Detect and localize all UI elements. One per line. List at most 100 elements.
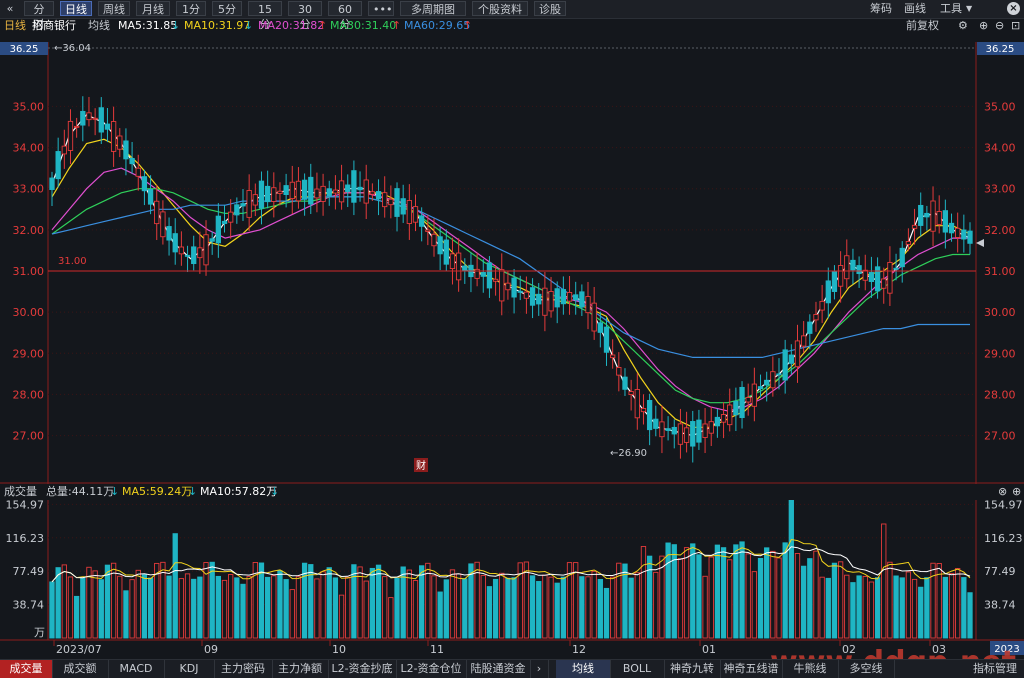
candle-body bbox=[961, 229, 967, 240]
time-tick-label: 11 bbox=[430, 643, 444, 656]
volume-bar bbox=[308, 564, 314, 639]
volume-total-arrow-icon: ↓ bbox=[110, 485, 120, 498]
tab-macd[interactable]: MACD bbox=[108, 660, 165, 678]
candle-body bbox=[351, 170, 357, 203]
candle-body bbox=[918, 204, 924, 226]
candle-body bbox=[591, 302, 597, 332]
candle-body bbox=[425, 229, 431, 232]
candle-body bbox=[850, 259, 856, 271]
candle-body bbox=[523, 291, 530, 299]
candle-body bbox=[548, 291, 554, 312]
candle-body bbox=[554, 288, 560, 308]
candle-body bbox=[160, 211, 166, 238]
candle-body bbox=[67, 120, 74, 151]
candle-body bbox=[536, 293, 542, 305]
tab-l2-bottom-fishing[interactable]: L2-资金抄底 bbox=[328, 660, 397, 678]
volume-title: 成交量 bbox=[4, 485, 37, 498]
volume-bar bbox=[788, 497, 794, 639]
tab-kdj[interactable]: KDJ bbox=[164, 660, 215, 678]
volume-bar bbox=[665, 542, 671, 639]
candle-body bbox=[419, 215, 425, 227]
volume-bar bbox=[499, 572, 505, 639]
volume-bar bbox=[671, 544, 677, 639]
tab-volume[interactable]: 成交量 bbox=[0, 660, 53, 678]
candle-body bbox=[499, 269, 505, 302]
volume-bar bbox=[357, 566, 363, 639]
volume-bar bbox=[782, 542, 788, 639]
volume-bar bbox=[129, 579, 135, 639]
volume-total: 总量:44.11万 bbox=[46, 485, 115, 498]
volume-bar bbox=[277, 570, 283, 639]
volume-bar bbox=[529, 575, 536, 639]
time-tick-label: 2023/07 bbox=[56, 643, 102, 656]
volume-bar bbox=[314, 578, 320, 639]
price-chart[interactable]: 31.00 ←36.04 ←26.90 36.25 36.25 35.00 35.… bbox=[0, 0, 1024, 677]
tab-main-force-code[interactable]: 主力密码 bbox=[214, 660, 273, 678]
candle-body bbox=[197, 247, 203, 259]
candle-body bbox=[61, 145, 67, 155]
axis-top-label-left: 36.25 bbox=[10, 44, 39, 55]
candle-body bbox=[696, 419, 702, 443]
tabs-scroll-right-icon[interactable]: › bbox=[530, 660, 549, 678]
tab-northbound[interactable]: 陆股通资金 bbox=[466, 660, 531, 678]
tab-boll[interactable]: BOLL bbox=[610, 660, 665, 678]
candle-body bbox=[252, 194, 258, 206]
volume-bar bbox=[505, 577, 511, 639]
volume-bar bbox=[166, 575, 172, 639]
volume-bar bbox=[720, 547, 727, 639]
tab-turnover[interactable]: 成交额 bbox=[52, 660, 109, 678]
candle-body bbox=[893, 267, 899, 270]
volume-bar bbox=[628, 577, 634, 639]
candle-body bbox=[831, 271, 838, 292]
volume-bar bbox=[874, 577, 881, 639]
price-tick-left: 33.00 bbox=[13, 183, 45, 196]
volume-bar bbox=[844, 574, 850, 639]
candle-body bbox=[955, 227, 961, 238]
volume-bar bbox=[431, 575, 437, 639]
candle-body bbox=[733, 400, 739, 416]
candle-body bbox=[720, 414, 727, 423]
volume-close-icon[interactable]: ⊗ bbox=[998, 484, 1007, 500]
candle-body bbox=[209, 238, 215, 242]
tab-l2-position[interactable]: L2-资金仓位 bbox=[396, 660, 467, 678]
candle-body bbox=[801, 335, 807, 347]
candle-body bbox=[271, 187, 277, 202]
volume-bar bbox=[295, 576, 302, 639]
volume-bar bbox=[67, 576, 74, 639]
volume-bar bbox=[55, 567, 61, 639]
tab-ma[interactable]: 均线 bbox=[556, 660, 611, 678]
candle-body bbox=[326, 188, 332, 197]
volume-bar bbox=[776, 557, 782, 639]
volume-bar bbox=[338, 594, 345, 639]
price-tick-left: 31.00 bbox=[13, 265, 45, 278]
volume-bar bbox=[634, 572, 640, 639]
tab-bull-bear-line[interactable]: 牛熊线 bbox=[782, 660, 839, 678]
candle-body bbox=[375, 191, 382, 200]
candle-body bbox=[135, 167, 141, 177]
tab-magic-nine[interactable]: 神奇九转 bbox=[664, 660, 721, 678]
candle-body bbox=[911, 224, 918, 229]
volume-add-icon[interactable]: ⊕ bbox=[1012, 484, 1021, 500]
volume-bar bbox=[610, 576, 616, 639]
tab-indicator-manager[interactable]: 指标管理 bbox=[966, 660, 1024, 678]
volume-bar bbox=[382, 576, 388, 639]
volume-bar bbox=[228, 574, 234, 639]
candle-body bbox=[566, 292, 573, 302]
candle-body bbox=[745, 397, 751, 403]
volume-bar bbox=[924, 577, 930, 639]
volume-bar bbox=[388, 597, 394, 639]
tab-long-short-line[interactable]: 多空线 bbox=[838, 660, 895, 678]
tab-magic-five-lines[interactable]: 神奇五线谱 bbox=[720, 660, 783, 678]
vol-tick-right: 77.49 bbox=[984, 565, 1016, 578]
candle-body bbox=[683, 427, 690, 443]
candle-body bbox=[221, 220, 228, 225]
candle-body bbox=[628, 391, 634, 396]
candle-body bbox=[228, 211, 234, 223]
tab-main-force-net[interactable]: 主力净额 bbox=[272, 660, 329, 678]
candle-body bbox=[529, 287, 536, 306]
volume-ma5-arrow-icon: ↓ bbox=[188, 485, 198, 498]
volume-bar bbox=[104, 564, 111, 639]
volume-bar bbox=[363, 580, 369, 639]
volume-bar bbox=[603, 587, 610, 639]
time-tick-label: 12 bbox=[572, 643, 586, 656]
